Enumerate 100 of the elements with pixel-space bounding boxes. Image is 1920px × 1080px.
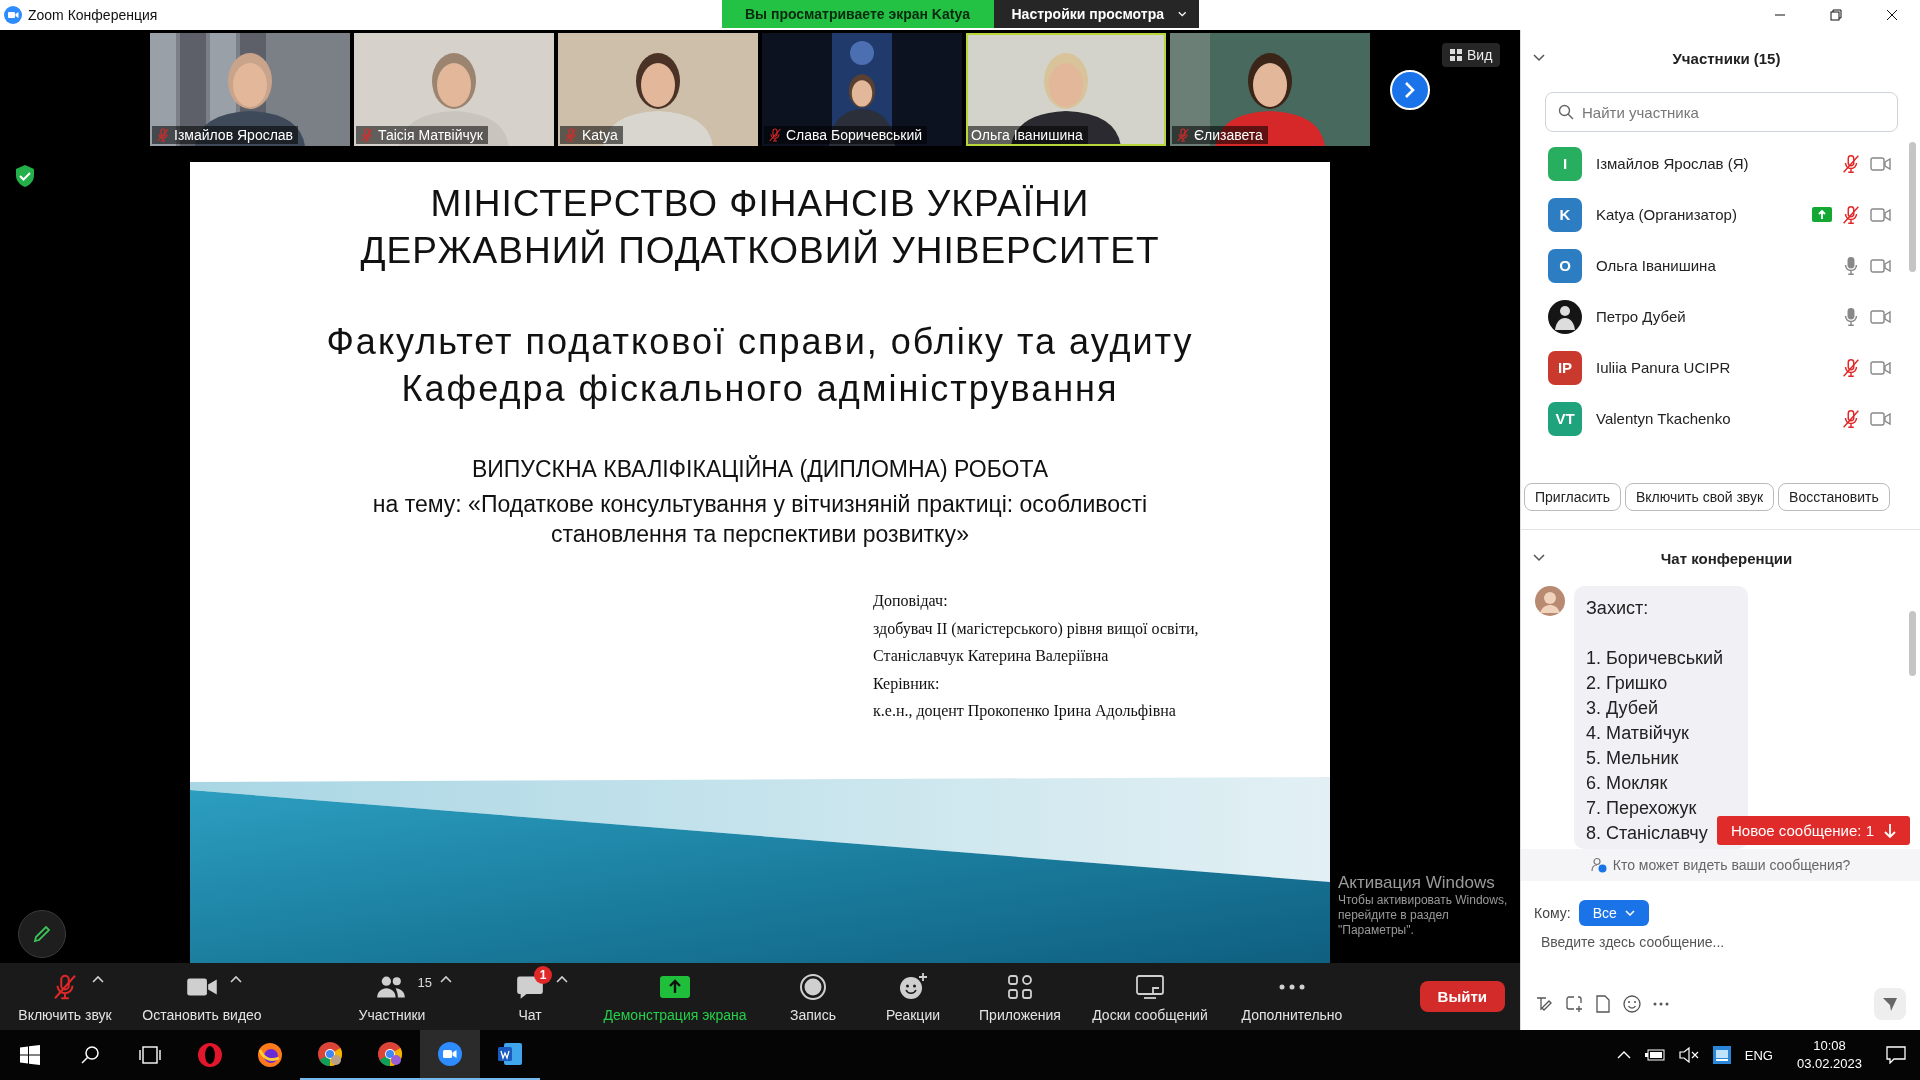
muted-mic-icon[interactable]	[1840, 407, 1862, 430]
annotate-button[interactable]	[18, 910, 66, 958]
zoom-app-icon[interactable]	[437, 1041, 463, 1067]
toolbar-button[interactable]: 15 Участники	[332, 963, 452, 1030]
windows-logo-icon	[20, 1045, 40, 1065]
screenshot-icon[interactable]	[1565, 995, 1583, 1013]
panel-button[interactable]: Пригласить	[1524, 483, 1621, 511]
restore-icon[interactable]	[1830, 9, 1842, 21]
collapse-chevron-icon[interactable]	[1533, 554, 1545, 562]
slide-text: на тему: «Податкове консультування у вітчизняній практиці: особливості становлення та перспективи розвитку»	[371, 490, 1149, 549]
chevron-down-icon	[1178, 11, 1187, 17]
toolbar-button[interactable]: Доски сообщений	[1080, 963, 1220, 1030]
muted-mic-icon[interactable]	[1840, 203, 1862, 226]
chevron-down-icon	[1624, 910, 1635, 916]
share-screen-icon[interactable]	[659, 974, 691, 999]
app-tray-icon[interactable]	[1712, 1046, 1731, 1064]
view-button[interactable]: Вид	[1442, 43, 1501, 67]
activation-watermark-title: Активация Windows	[1338, 872, 1496, 893]
slide-text: здобувач II (магістерського) рівня вищої освіти,	[873, 618, 1199, 640]
recipient-dropdown[interactable]: Все	[1578, 900, 1649, 926]
language-indicator[interactable]: ENG	[1744, 1047, 1773, 1063]
toolbar-button[interactable]: Приложения	[960, 963, 1080, 1030]
participant-name[interactable]: Ізмайлов Ярослав (Я)	[1596, 155, 1826, 172]
participant-name-label: Katya	[560, 126, 623, 144]
user-avatar: I	[1548, 146, 1582, 181]
search-field[interactable]: Найти участника	[1545, 92, 1898, 132]
new-message-button[interactable]: Новое сообщение: 1	[1717, 816, 1910, 845]
send-button[interactable]	[1874, 988, 1906, 1020]
file-icon[interactable]	[1595, 995, 1611, 1013]
scrollbar-thumb[interactable]	[1909, 142, 1916, 272]
emoji-icon[interactable]	[1623, 995, 1641, 1013]
battery-icon[interactable]	[1644, 1049, 1665, 1061]
taskbar-button[interactable]	[420, 1030, 480, 1080]
slide-heading: МІНІСТЕРСТВО ФІНАНСІВ УКРАЇНИ	[429, 182, 1091, 226]
panel-title: Участники (15)	[1671, 49, 1782, 67]
clock[interactable]: 10:08 03.02.2023	[1796, 1037, 1862, 1073]
toolbar-button[interactable]: Реакции	[866, 963, 960, 1030]
message-text: 1. Боричевський	[1586, 647, 1724, 670]
user-avatar: O	[1548, 248, 1582, 283]
muted-speaker-icon[interactable]	[1678, 1047, 1699, 1063]
clock-time: 10:08	[1813, 1037, 1846, 1055]
word-document-icon[interactable]	[497, 1041, 523, 1067]
slide-heading: ДЕРЖАВНИЙ ПОДАТКОВИЙ УНІВЕРСИТЕТ	[360, 228, 1160, 273]
recipient-label: Кому:	[1534, 905, 1571, 921]
toolbar-button[interactable]: Остановить видео	[130, 963, 274, 1030]
slide-subheading: Факультет податкової справи, обліку та аудиту	[326, 320, 1194, 364]
participant-name[interactable]: Ольга Іванишина	[1596, 257, 1826, 274]
apps-icon[interactable]	[1006, 972, 1034, 1001]
next-page-button[interactable]	[1390, 70, 1430, 110]
chrome-browser-icon[interactable]	[317, 1041, 343, 1067]
participant-name-label: Таісія Матвійчук	[356, 126, 488, 144]
more-icon[interactable]	[1653, 1002, 1669, 1006]
toolbar-button[interactable]: Демонстрация экрана	[590, 963, 760, 1030]
toolbar-button[interactable]: 1 Чат	[470, 963, 590, 1030]
toolbar-button[interactable]: Дополнительно	[1220, 963, 1364, 1030]
leave-button[interactable]: Выйти	[1419, 981, 1505, 1012]
participant-name[interactable]: Iuliia Panura UCIPR	[1596, 359, 1826, 376]
muted-mic-icon[interactable]	[1840, 152, 1862, 175]
activation-watermark-text: Чтобы активировать Windows, перейдите в раздел "Параметры".	[1338, 893, 1509, 938]
panel-button[interactable]: Включить свой звук	[1624, 483, 1775, 511]
participant-name[interactable]: Петро Дубей	[1596, 308, 1826, 325]
message-text: 7. Перехожук	[1586, 797, 1698, 820]
caret-icon[interactable]	[440, 974, 452, 983]
participant-name-label: Єлизавета	[1172, 126, 1268, 144]
toolbar-button[interactable]: Включить звук	[0, 963, 130, 1030]
panel-button[interactable]: Восстановить	[1778, 483, 1890, 511]
user-avatar	[1535, 586, 1565, 616]
search-icon	[1558, 104, 1574, 120]
caret-icon[interactable]	[230, 974, 242, 983]
participant-name[interactable]: Valentyn Tkachenko	[1596, 410, 1826, 427]
message-text: 4. Матвійчук	[1586, 722, 1690, 745]
unread-badge: 1	[534, 965, 552, 984]
toolbar-button[interactable]: Запись	[760, 963, 866, 1030]
muted-mic-icon[interactable]	[767, 127, 783, 143]
record-icon[interactable]	[799, 972, 827, 1001]
opera-browser-icon[interactable]	[197, 1042, 223, 1068]
close-icon[interactable]	[1886, 9, 1898, 21]
collapse-chevron-icon[interactable]	[1533, 54, 1545, 62]
chrome-browser-icon[interactable]	[377, 1041, 403, 1067]
chevron-up-icon[interactable]	[1616, 1051, 1631, 1059]
slide-text: Станіславчук Катерина Валеріївна	[873, 646, 1110, 667]
caret-icon[interactable]	[92, 974, 104, 983]
slide-text: к.е.н., доцент Прокопенко Ірина Адольфівна	[873, 701, 1177, 722]
whiteboard-icon[interactable]	[1135, 972, 1165, 1001]
chevron-right-icon	[1404, 81, 1416, 99]
muted-mic-icon[interactable]	[1840, 356, 1862, 379]
message-text: 6. Мокляк	[1586, 772, 1669, 795]
sharing-status-banner: Вы просматриваете экран Katya	[721, 0, 994, 28]
security-shield-icon[interactable]	[14, 164, 36, 188]
smiley-plus-icon[interactable]	[898, 971, 928, 1002]
send-icon	[1882, 996, 1898, 1012]
message-text: 3. Дубей	[1586, 697, 1659, 720]
firefox-browser-icon[interactable]	[257, 1042, 283, 1068]
message-text: Захист:	[1586, 597, 1650, 620]
notifications-icon[interactable]	[1886, 1046, 1906, 1064]
format-icon[interactable]	[1535, 995, 1553, 1013]
view-options-menu[interactable]: Настройки просмотра	[993, 0, 1199, 28]
participant-name[interactable]: Katya (Организатор)	[1596, 206, 1798, 223]
scrollbar-thumb[interactable]	[1909, 611, 1916, 676]
caret-icon[interactable]	[556, 974, 568, 983]
